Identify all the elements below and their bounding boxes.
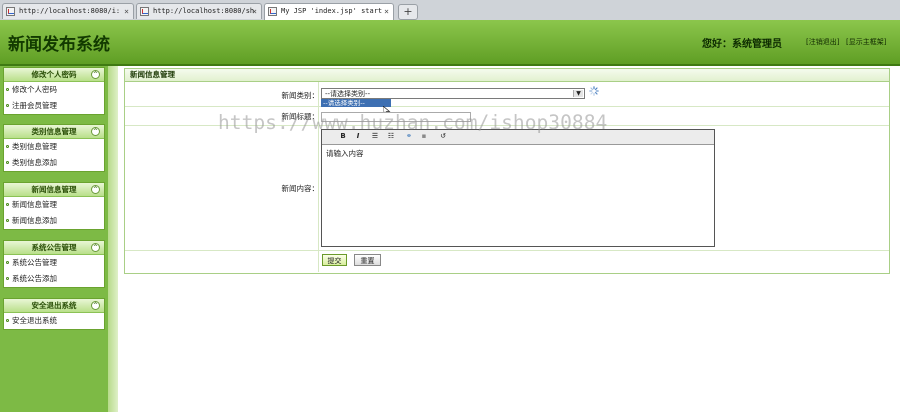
bullet-icon — [6, 145, 9, 148]
browser-tab-strip: http://localhost:8080/i: × http://localh… — [0, 0, 900, 21]
menu-title: 安全退出系统 — [31, 301, 77, 310]
menu-title: 修改个人密码 — [31, 70, 77, 79]
tab-close-icon[interactable]: × — [252, 4, 257, 19]
app-title: 新闻发布系统 — [8, 35, 110, 55]
submit-button[interactable]: 提交 — [322, 254, 347, 266]
menu-item-label: 注册会员管理 — [12, 101, 57, 110]
browser-tab-2[interactable]: http://localhost:8080/sh × — [136, 3, 262, 19]
collapse-icon[interactable]: ^ — [91, 243, 100, 252]
tab-close-icon[interactable]: × — [124, 4, 129, 19]
menu-password: 修改个人密码 ^ 修改个人密码 注册会员管理 — [3, 67, 105, 115]
editor-toolbar: B I ☰ ☷ ⚭ ▪ ↺ — [322, 130, 714, 145]
menu-item-label: 系统公告添加 — [12, 274, 57, 283]
source-code-icon[interactable]: ↺ — [438, 132, 448, 141]
news-form-panel: 新闻信息管理 新闻类别： --请选择类别-- ▼ --请选择类别-- 新闻标题：… — [124, 68, 890, 274]
menu-title: 新闻信息管理 — [31, 185, 77, 194]
loading-spinner-icon — [589, 86, 599, 96]
category-row: 新闻类别： --请选择类别-- ▼ --请选择类别-- — [125, 82, 889, 116]
label-cell — [125, 251, 319, 272]
link-icon[interactable]: ⚭ — [404, 132, 414, 141]
menu-item-label: 安全退出系统 — [12, 316, 57, 325]
menu-item-label: 新闻信息添加 — [12, 216, 57, 225]
menu-header[interactable]: 类别信息管理 ^ — [4, 125, 104, 139]
italic-icon[interactable]: I — [353, 132, 363, 141]
menu-item-label: 类别信息管理 — [12, 142, 57, 151]
menu-notice: 系统公告管理 ^ 系统公告管理 系统公告添加 — [3, 240, 105, 288]
new-tab-button[interactable]: + — [398, 4, 418, 20]
show-main-frame-link[interactable]: [显示主框架] — [846, 37, 886, 47]
title-row: 新闻标题： — [125, 107, 889, 126]
page-favicon-icon — [140, 7, 149, 16]
menu-category: 类别信息管理 ^ 类别信息管理 类别信息添加 — [3, 124, 105, 172]
menu-item-change-password[interactable]: 修改个人密码 — [4, 82, 104, 98]
menu-header[interactable]: 系统公告管理 ^ — [4, 241, 104, 255]
menu-item-label: 新闻信息管理 — [12, 200, 57, 209]
bullet-icon — [6, 161, 9, 164]
bullet-icon — [6, 219, 9, 222]
image-icon[interactable]: ▪ — [419, 132, 429, 141]
menu-item-label: 类别信息添加 — [12, 158, 57, 167]
tab-title: http://localhost:8080/i: — [19, 7, 121, 15]
menu-item-news-manage[interactable]: 新闻信息管理 — [4, 197, 104, 213]
editor-content[interactable]: 请输入内容 — [322, 145, 714, 162]
browser-tab-3-active[interactable]: My JSP 'index.jsp' start × — [264, 3, 394, 20]
menu-item-member-manage[interactable]: 注册会员管理 — [4, 98, 104, 114]
tab-close-icon[interactable]: × — [384, 4, 389, 19]
rich-text-editor[interactable]: B I ☰ ☷ ⚭ ▪ ↺ 请输入内容 — [321, 129, 715, 247]
category-selected-value: --请选择类别-- — [325, 90, 371, 98]
collapse-icon[interactable]: ^ — [91, 70, 100, 79]
reset-button[interactable]: 重置 — [354, 254, 381, 266]
menu-item-label: 修改个人密码 — [12, 85, 57, 94]
tab-title: http://localhost:8080/sh — [153, 7, 255, 15]
menu-item-news-add[interactable]: 新闻信息添加 — [4, 213, 104, 229]
sidebar-divider — [108, 66, 118, 412]
menu-header[interactable]: 修改个人密码 ^ — [4, 68, 104, 82]
sidebar — [0, 66, 108, 412]
user-greeting: 您好：系统管理员 — [702, 39, 782, 50]
menu-item-notice-add[interactable]: 系统公告添加 — [4, 271, 104, 287]
menu-header[interactable]: 新闻信息管理 ^ — [4, 183, 104, 197]
menu-exit: 安全退出系统 ^ 安全退出系统 — [3, 298, 105, 330]
unordered-list-icon[interactable]: ☷ — [386, 132, 396, 141]
collapse-icon[interactable]: ^ — [91, 185, 100, 194]
bullet-icon — [6, 319, 9, 322]
panel-title: 新闻信息管理 — [125, 69, 889, 82]
news-title-input[interactable] — [321, 112, 471, 122]
menu-item-category-add[interactable]: 类别信息添加 — [4, 155, 104, 171]
bold-icon[interactable]: B — [338, 132, 348, 141]
ordered-list-icon[interactable]: ☰ — [370, 132, 380, 141]
bullet-icon — [6, 88, 9, 91]
collapse-icon[interactable]: ^ — [91, 301, 100, 310]
menu-title: 类别信息管理 — [31, 127, 77, 136]
page-favicon-icon — [6, 7, 15, 16]
button-row: 提交 重置 — [125, 251, 889, 272]
collapse-icon[interactable]: ^ — [91, 127, 100, 136]
bullet-icon — [6, 203, 9, 206]
tab-title: My JSP 'index.jsp' start — [281, 7, 383, 15]
menu-item-notice-manage[interactable]: 系统公告管理 — [4, 255, 104, 271]
bullet-icon — [6, 277, 9, 280]
menu-item-safe-exit[interactable]: 安全退出系统 — [4, 313, 104, 329]
bullet-icon — [6, 104, 9, 107]
category-select[interactable]: --请选择类别-- ▼ — [321, 88, 585, 99]
title-label: 新闻标题： — [281, 112, 320, 121]
page-favicon-icon — [268, 7, 277, 16]
content-row: 新闻内容： B I ☰ ☷ ⚭ ▪ ↺ 请输入内容 — [125, 126, 889, 251]
menu-news: 新闻信息管理 ^ 新闻信息管理 新闻信息添加 — [3, 182, 105, 230]
menu-item-label: 系统公告管理 — [12, 258, 57, 267]
category-label: 新闻类别： — [281, 91, 320, 100]
menu-header[interactable]: 安全退出系统 ^ — [4, 299, 104, 313]
menu-title: 系统公告管理 — [31, 243, 77, 252]
content-label: 新闻内容： — [281, 184, 320, 193]
menu-item-category-manage[interactable]: 类别信息管理 — [4, 139, 104, 155]
chevron-down-icon[interactable]: ▼ — [573, 90, 583, 97]
app-header: 新闻发布系统 您好：系统管理员 [注销退出] [显示主框架] — [0, 20, 900, 66]
bullet-icon — [6, 261, 9, 264]
category-dropdown-option[interactable]: --请选择类别-- — [321, 99, 391, 107]
logout-link[interactable]: [注销退出] — [806, 37, 839, 47]
browser-tab-1[interactable]: http://localhost:8080/i: × — [2, 3, 134, 19]
